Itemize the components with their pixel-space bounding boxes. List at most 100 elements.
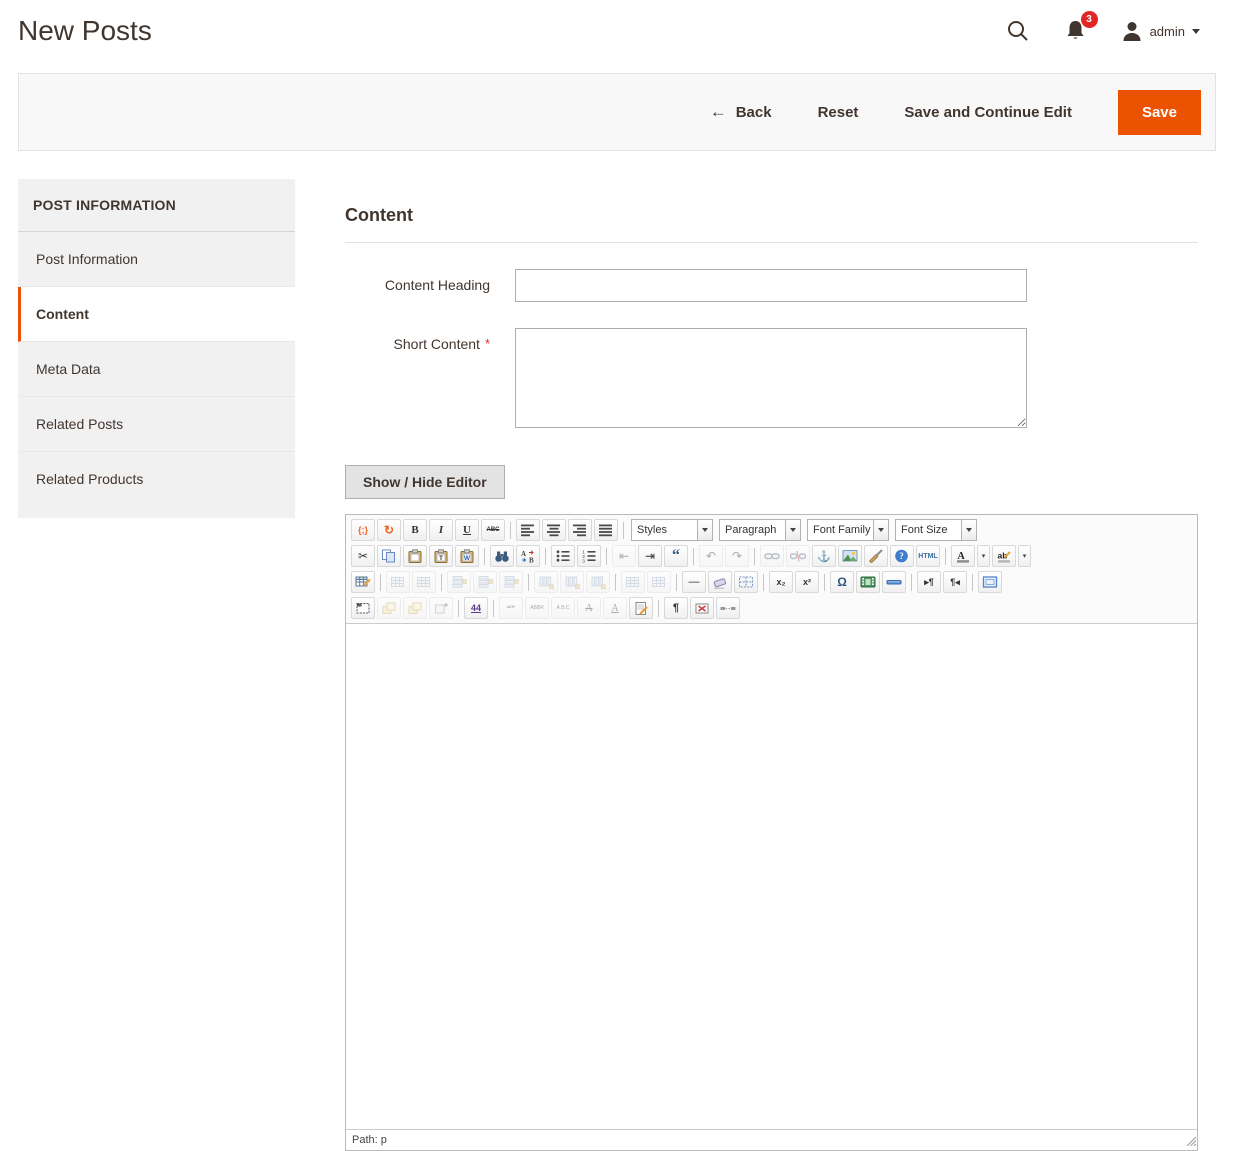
cut-icon[interactable]: ✂ (351, 545, 375, 567)
align-left-icon[interactable] (516, 519, 540, 541)
find-replace-icon[interactable]: AB (516, 545, 540, 567)
font-size-select[interactable]: Font Size (895, 519, 977, 541)
edit-attributes-icon[interactable] (629, 597, 653, 619)
superscript-icon[interactable]: x² (795, 571, 819, 593)
toolbar-separator (676, 574, 677, 591)
ltr-icon[interactable]: ▸¶ (917, 571, 941, 593)
visual-chars-icon[interactable]: ¶ (664, 597, 688, 619)
horizontal-rule-icon[interactable]: — (682, 571, 706, 593)
insert-column-before-icon[interactable] (534, 571, 558, 593)
editor-canvas[interactable] (346, 624, 1197, 1129)
editor-resize-grip[interactable] (1185, 1135, 1196, 1149)
insert-widget-icon[interactable]: {;} (351, 519, 375, 541)
background-color-arrow-icon[interactable]: ▾ (1018, 545, 1031, 567)
deletion-icon[interactable]: A (577, 597, 601, 619)
insert-variable-icon[interactable]: ↻ (377, 519, 401, 541)
sidebar-item-content[interactable]: Content (18, 287, 295, 342)
blockquote-icon[interactable]: “ (664, 545, 688, 567)
subscript-icon[interactable]: x₂ (769, 571, 793, 593)
sidebar-item-meta-data[interactable]: Meta Data (18, 342, 295, 397)
bold-icon[interactable]: B (403, 519, 427, 541)
content-heading-input[interactable] (515, 269, 1027, 302)
merge-cells-icon[interactable] (647, 571, 671, 593)
link-icon[interactable] (760, 545, 784, 567)
indent-icon[interactable]: ⇥ (638, 545, 662, 567)
short-content-textarea[interactable] (515, 328, 1027, 428)
text-color-icon[interactable]: A (951, 545, 975, 567)
notifications-bell-icon[interactable]: 3 (1064, 19, 1087, 43)
abbreviation-icon[interactable]: ABBR (525, 597, 549, 619)
redo-icon[interactable]: ↷ (725, 545, 749, 567)
copy-icon[interactable] (377, 545, 401, 567)
strikethrough-icon[interactable]: ABC (481, 519, 505, 541)
show-hide-editor-button[interactable]: Show / Hide Editor (345, 465, 505, 499)
absolute-position-icon[interactable] (429, 597, 453, 619)
sidebar-item-post-information[interactable]: Post Information (18, 232, 295, 287)
insert-table-icon[interactable] (351, 571, 375, 593)
move-forward-icon[interactable] (377, 597, 401, 619)
insert-row-before-icon[interactable] (447, 571, 471, 593)
acronym-icon[interactable]: A.B.C (551, 597, 575, 619)
unlink-icon[interactable] (786, 545, 810, 567)
italic-icon[interactable]: I (429, 519, 453, 541)
styles-select[interactable]: Styles (631, 519, 713, 541)
toolbar-separator (824, 574, 825, 591)
numbered-list-icon[interactable]: 123 (577, 545, 601, 567)
fullscreen-icon[interactable] (978, 571, 1002, 593)
paste-from-word-icon[interactable]: W (455, 545, 479, 567)
rtl-icon[interactable]: ¶◂ (943, 571, 967, 593)
save-and-continue-button[interactable]: Save and Continue Edit (904, 104, 1072, 121)
outdent-icon[interactable]: ⇤ (612, 545, 636, 567)
help-icon[interactable]: ? (890, 545, 914, 567)
sidebar-padding (18, 506, 295, 518)
underline-icon[interactable]: U (455, 519, 479, 541)
anchor-icon[interactable]: ⚓ (812, 545, 836, 567)
style-properties-icon[interactable]: 44 (464, 597, 488, 619)
reset-button[interactable]: Reset (818, 104, 859, 121)
citation-icon[interactable]: “” (499, 597, 523, 619)
remove-format-icon[interactable] (708, 571, 732, 593)
toolbar-separator (911, 574, 912, 591)
sidebar-item-related-posts[interactable]: Related Posts (18, 397, 295, 452)
paragraph-select[interactable]: Paragraph (719, 519, 801, 541)
insert-column-after-icon[interactable] (560, 571, 584, 593)
delete-column-icon[interactable] (586, 571, 610, 593)
align-justify-icon[interactable] (594, 519, 618, 541)
html-source-icon[interactable]: HTML (916, 545, 940, 567)
back-button[interactable]: ← Back (710, 102, 772, 122)
paste-icon[interactable] (403, 545, 427, 567)
special-character-icon[interactable]: Ω (830, 571, 854, 593)
table-row-properties-icon[interactable] (386, 571, 410, 593)
align-center-icon[interactable] (542, 519, 566, 541)
insertion-icon[interactable]: A (603, 597, 627, 619)
nonbreaking-icon[interactable] (690, 597, 714, 619)
undo-icon[interactable]: ↶ (699, 545, 723, 567)
image-icon[interactable] (838, 545, 862, 567)
table-cell-properties-icon[interactable] (412, 571, 436, 593)
advanced-hr-icon[interactable] (882, 571, 906, 593)
toolbar-separator (658, 600, 659, 617)
insert-row-after-icon[interactable] (473, 571, 497, 593)
bullet-list-icon[interactable] (551, 545, 575, 567)
paste-as-text-icon[interactable]: T (429, 545, 453, 567)
sidebar-item-related-products[interactable]: Related Products (18, 452, 295, 506)
align-right-icon[interactable] (568, 519, 592, 541)
move-backward-icon[interactable] (403, 597, 427, 619)
background-color-icon[interactable]: ab (992, 545, 1016, 567)
delete-row-icon[interactable] (499, 571, 523, 593)
media-icon[interactable] (856, 571, 880, 593)
insert-layer-icon[interactable] (351, 597, 375, 619)
visual-aid-icon[interactable] (734, 571, 758, 593)
save-button[interactable]: Save (1118, 90, 1201, 135)
toolbar-separator (754, 548, 755, 565)
sidebar-title: POST INFORMATION (18, 179, 295, 232)
search-icon[interactable] (1006, 19, 1030, 43)
admin-user-menu[interactable]: admin (1121, 20, 1200, 42)
find-icon[interactable] (490, 545, 514, 567)
page-break-icon[interactable] (716, 597, 740, 619)
cleanup-icon[interactable] (864, 545, 888, 567)
header-actions: 3 admin (1006, 19, 1200, 43)
split-cells-icon[interactable] (621, 571, 645, 593)
text-color-arrow-icon[interactable]: ▾ (977, 545, 990, 567)
font-family-select[interactable]: Font Family (807, 519, 889, 541)
